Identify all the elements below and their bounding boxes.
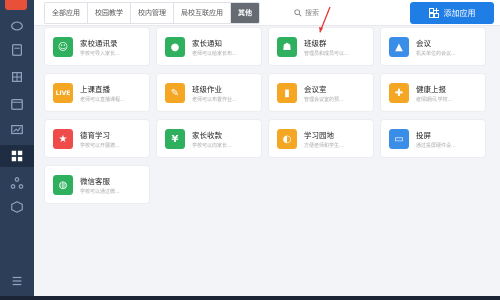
app-card[interactable]: ▮ 会议室管理会议室的预... [269, 74, 373, 111]
app-card[interactable]: ✎ 班级作业老师可以布置作业... [157, 74, 261, 111]
app-title: 微信客服 [80, 177, 110, 186]
sidebar [0, 0, 34, 300]
app-title: 家校通讯录 [80, 39, 118, 48]
menu-icon[interactable] [0, 270, 34, 292]
search-icon [294, 9, 302, 17]
app-title: 家长收款 [192, 131, 222, 140]
app-description: 学校可以开展德... [80, 143, 120, 149]
app-card[interactable]: ● 家长通知老师可以给家长布... [157, 28, 261, 65]
meeting-icon: ▲ [389, 37, 409, 57]
homework-icon: ✎ [165, 83, 185, 103]
app-card[interactable]: ◐ 学习园地方便老师和学生... [269, 120, 373, 157]
contacts-icon: ☺ [53, 37, 73, 57]
app-description: 机关单位的会议... [416, 51, 456, 57]
planet-icon: ◐ [277, 129, 297, 149]
app-card[interactable]: ◍ 微信客服学校可以通过微... [45, 166, 149, 203]
app-card[interactable]: ▭ 投屏通过投屏硬件设... [381, 120, 485, 157]
app-title: 班级作业 [192, 85, 222, 94]
chat-bubble-icon: ● [165, 37, 185, 57]
app-description: 管理会议室的预... [304, 97, 344, 103]
app-title: 德育学习 [80, 131, 110, 140]
app-title: 学习园地 [304, 131, 334, 140]
box-icon[interactable] [0, 196, 34, 218]
app-card[interactable]: ¥ 家长收款学校可以向家长... [157, 120, 261, 157]
add-app-icon [428, 8, 439, 18]
app-card[interactable]: ▲ 会议机关单位的会议... [381, 28, 485, 65]
live-icon: LIVE [53, 83, 73, 103]
app-description: 管理员和成员可以... [304, 51, 349, 57]
app-description: 通过投屏硬件设... [416, 143, 456, 149]
search-button[interactable]: 搜索 [294, 4, 319, 22]
annotation-arrow-icon [319, 6, 331, 33]
group-icon: ☗ [277, 37, 297, 57]
app-card[interactable]: ★ 德育学习学校可以开展德... [45, 120, 149, 157]
app-card[interactable]: LIVE 上课直播老师可以直播课程... [45, 74, 149, 111]
app-title: 会议 [416, 39, 431, 48]
app-description: 学校可以向家长... [192, 143, 232, 149]
app-title: 健康上报 [416, 85, 446, 94]
tab-other[interactable]: 其他 [231, 3, 259, 23]
add-app-button[interactable]: 添加应用 [410, 2, 494, 24]
apps-grid-icon[interactable] [0, 145, 34, 167]
app-card[interactable]: ☺ 家校通讯录学校可导入家长... [45, 28, 149, 65]
app-description: 学校可以通过微... [80, 189, 120, 195]
presentation-icon[interactable] [0, 119, 34, 141]
app-description: 疫情期间,学校... [416, 97, 453, 103]
message-icon[interactable] [0, 15, 34, 37]
cast-icon: ▭ [389, 129, 409, 149]
app-description: 老师可以直播课程... [80, 97, 125, 103]
door-icon: ▮ [277, 83, 297, 103]
search-label: 搜索 [305, 9, 319, 17]
app-title: 班级群 [304, 39, 327, 48]
cube-icon[interactable] [0, 66, 34, 88]
app-description: 老师可以布置作业... [192, 97, 237, 103]
tab-all-apps[interactable]: 全部应用 [45, 3, 88, 23]
tab-campus-teaching[interactable]: 校园教学 [88, 3, 131, 23]
app-card[interactable]: ✚ 健康上报疫情期间,学校... [381, 74, 485, 111]
add-app-label: 添加应用 [443, 8, 476, 18]
health-icon: ✚ [389, 83, 409, 103]
app-title: 上课直播 [80, 85, 110, 94]
app-description: 方便老师和学生... [304, 143, 344, 149]
app-title: 会议室 [304, 85, 327, 94]
top-bar: 全部应用 校园教学 校内管理 局校互联应用 其他 搜索 添加应用 [34, 0, 500, 26]
app-title: 投屏 [416, 131, 431, 140]
app-description: 学校可导入家长... [80, 51, 120, 57]
payment-icon: ¥ [165, 129, 185, 149]
app-logo [5, 0, 27, 10]
wechat-service-icon: ◍ [53, 175, 73, 195]
app-window: 全部应用 校园教学 校内管理 局校互联应用 其他 搜索 添加应用 ☺ 家校通讯录学… [0, 0, 500, 300]
org-chart-icon[interactable] [0, 172, 34, 194]
star-icon: ★ [53, 129, 73, 149]
calendar-icon[interactable] [0, 93, 34, 115]
app-title: 家长通知 [192, 39, 222, 48]
taskbar [0, 296, 500, 300]
tab-bureau-school-apps[interactable]: 局校互联应用 [174, 3, 231, 23]
tab-school-management[interactable]: 校内管理 [131, 3, 174, 23]
category-tabs: 全部应用 校园教学 校内管理 局校互联应用 其他 [44, 2, 260, 24]
app-description: 老师可以给家长布... [192, 51, 237, 57]
document-icon[interactable] [0, 39, 34, 61]
